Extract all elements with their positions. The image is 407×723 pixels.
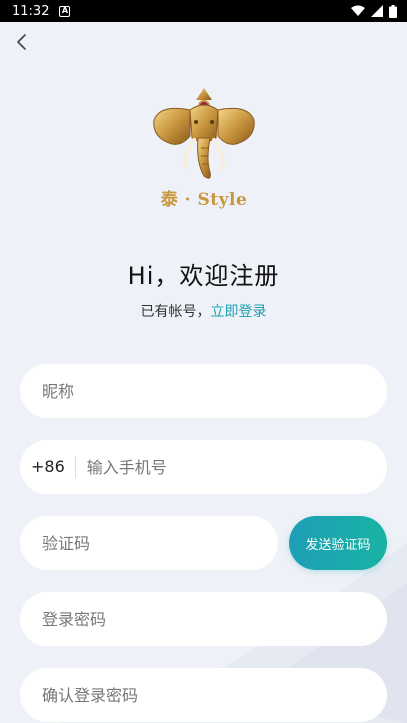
verification-code-input[interactable] — [20, 516, 278, 570]
signal-icon — [371, 5, 383, 17]
nickname-input[interactable] — [20, 364, 387, 418]
password-input[interactable] — [20, 592, 387, 646]
login-prompt-text: 已有帐号， — [140, 304, 211, 320]
elephant-logo-icon — [153, 88, 255, 179]
country-code[interactable]: +86 — [20, 456, 76, 478]
confirm-password-field-container — [20, 668, 387, 722]
phone-field-container: +86 — [20, 440, 387, 494]
chevron-left-icon — [17, 34, 26, 50]
password-field-container — [20, 592, 387, 646]
send-code-button[interactable]: 发送验证码 — [289, 516, 387, 570]
code-field-container — [20, 516, 278, 570]
notification-a-icon: A — [59, 5, 71, 17]
confirm-password-input[interactable] — [20, 668, 387, 722]
login-link[interactable]: 立即登录 — [211, 304, 267, 320]
app-logo: 泰 · Style — [146, 86, 262, 214]
status-time: 11:32 — [12, 3, 50, 19]
back-button[interactable] — [8, 28, 36, 56]
logo-text: 泰 · Style — [160, 190, 248, 210]
wifi-icon — [351, 5, 365, 16]
battery-icon — [389, 4, 397, 18]
status-bar: 11:32 A — [0, 0, 407, 22]
page-title: Hi，欢迎注册 — [127, 262, 280, 290]
nickname-field-container — [20, 364, 387, 418]
phone-input[interactable] — [75, 440, 387, 494]
login-prompt: 已有帐号，立即登录 — [0, 301, 407, 321]
